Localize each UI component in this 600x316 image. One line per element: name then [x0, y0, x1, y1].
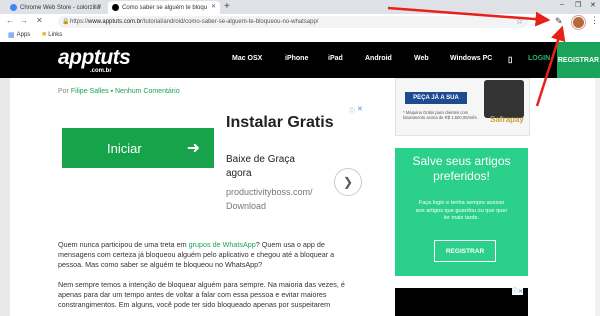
text: pessoa. Mas como saber se alguém te bloq…	[58, 260, 263, 269]
reload-icon[interactable]: ✕	[36, 16, 43, 25]
sidebar-ad-cta-button[interactable]: PEÇA JÁ A SUA	[405, 92, 467, 104]
address-bar[interactable]: 🔒 https://www.apptuts.com.br/tutorial/an…	[58, 16, 528, 28]
browser-tab-apptuts[interactable]: Como saber se alguém te bloqu ✕	[108, 1, 220, 14]
card-terminal-image	[484, 80, 524, 118]
text: ? Quem usa o app de	[255, 240, 325, 249]
ad-info-icon[interactable]: ⓘ✕	[512, 286, 524, 295]
mobile-icon[interactable]: ▯	[508, 55, 512, 64]
ad-close-icon[interactable]: ✕	[357, 105, 363, 113]
nav-mac-osx[interactable]: Mac OSX	[232, 55, 262, 62]
tab-close-icon[interactable]: ✕	[97, 3, 102, 10]
ad-start-button[interactable]: Iniciar ➜	[62, 128, 214, 168]
register-button[interactable]: REGISTRAR	[557, 42, 600, 78]
chevron-right-icon[interactable]: ❯	[334, 168, 362, 196]
text: Nem sempre temos a intenção de bloquear …	[58, 280, 345, 289]
apptuts-favicon-icon	[112, 4, 119, 11]
lock-icon: 🔒	[62, 19, 70, 25]
nav-ipad[interactable]: iPad	[328, 55, 343, 62]
url-prefix: https://	[70, 19, 89, 25]
text: Quem nunca participou de uma treta em	[58, 240, 189, 249]
text: preferidos!	[433, 169, 490, 183]
page-scroll-gutter	[0, 78, 10, 316]
text: ler mais tarde.	[443, 215, 480, 221]
text: aos artigos que guardou ou que quer	[415, 207, 508, 214]
close-window-icon[interactable]: ✕	[590, 1, 596, 9]
url-host: www.apptuts.com.br	[88, 19, 143, 25]
bookmark-label: Apps	[16, 32, 31, 38]
ad-line-2: agora	[226, 168, 252, 179]
tab-close-icon[interactable]: ✕	[211, 3, 216, 10]
ad-info-icon[interactable]: ⓘ	[349, 106, 355, 115]
text: faturamento acima de R$ 1.500,00/mês.	[403, 115, 478, 120]
ad-line-1: Baixe de Graça	[226, 154, 295, 165]
comments-link[interactable]: Nenhum Comentário	[115, 88, 180, 95]
new-tab-button[interactable]: +	[224, 1, 230, 12]
article-paragraph-2: Nem sempre temos a intenção de bloquear …	[58, 280, 378, 310]
nav-web[interactable]: Web	[414, 55, 429, 62]
page-scrollbar[interactable]	[595, 78, 600, 316]
profile-avatar[interactable]	[572, 16, 585, 29]
promo-text: Faça login e tenha sempre acesso aos art…	[402, 200, 521, 223]
promo-register-button[interactable]: REGISTRAR	[434, 240, 496, 262]
ad-title[interactable]: Instalar Gratis	[226, 114, 334, 132]
article-byline: Por Filipe Salles ▪ Nenhum Comentário	[58, 88, 180, 95]
tab-label: Como saber se alguém te bloqu	[122, 4, 208, 11]
url-path: /tutorial/android/como-saber-se-alguem-t…	[142, 19, 319, 25]
promo-title: Salve seus artigos preferidos!	[395, 154, 528, 184]
ad-start-label: Iniciar	[107, 140, 142, 156]
menu-kebab-icon[interactable]: ⋮	[590, 15, 599, 26]
ad-line-3: productivityboss.com/	[226, 187, 313, 197]
folder-icon: ■	[42, 31, 47, 38]
bookmark-label: Links	[48, 31, 63, 38]
comment-icon: ▪	[110, 88, 114, 95]
colorzilla-eyedropper-icon[interactable]: ✎	[555, 16, 563, 27]
back-icon[interactable]: ←	[6, 16, 14, 25]
webstore-favicon-icon	[10, 4, 17, 11]
site-logo-sub: .com.br	[90, 68, 112, 74]
browser-tab-webstore[interactable]: Chrome Web Store - colorzilla ✕	[6, 1, 106, 14]
minimize-icon[interactable]: –	[560, 1, 564, 8]
text: mensagens com certeza já bloqueou alguém…	[58, 250, 335, 259]
nav-iphone[interactable]: iPhone	[285, 55, 308, 62]
sidebar-ad-fineprint: * Máquina Grátis para clientes com fatur…	[403, 110, 483, 120]
bookmark-apps[interactable]: ▦ Apps	[8, 31, 30, 39]
nav-windows-pc[interactable]: Windows PC	[450, 55, 492, 62]
nav-android[interactable]: Android	[365, 55, 392, 62]
login-link[interactable]: LOGIN	[528, 55, 550, 62]
tab-label: Chrome Web Store - colorzilla	[20, 4, 100, 11]
text: apenas para dar um tempo antes de voltar…	[58, 290, 327, 299]
maximize-icon[interactable]: ❐	[575, 1, 581, 9]
forward-icon[interactable]: →	[20, 16, 28, 25]
byline-prefix: Por	[58, 88, 69, 95]
site-logo[interactable]: apptuts	[58, 46, 131, 70]
bookmark-star-icon[interactable]: ☆	[516, 17, 523, 26]
text: Faça login e tenha sempre acesso	[418, 200, 505, 206]
article-paragraph-1: Quem nunca participou de uma treta em gr…	[58, 240, 378, 270]
ad-line-4: Download	[226, 201, 267, 211]
author-link[interactable]: Filipe Salles	[71, 88, 109, 95]
arrow-right-icon: ➜	[186, 140, 200, 157]
text: constrangimentos. Em alguns, você pode t…	[58, 300, 331, 309]
apps-grid-icon: ▦	[8, 32, 15, 39]
bottom-sidebar-ad[interactable]	[395, 288, 528, 316]
text: Salve seus artigos	[412, 154, 511, 168]
whatsapp-groups-link[interactable]: grupos de WhatsApp	[189, 240, 256, 249]
bookmark-links[interactable]: ■ Links	[42, 31, 62, 38]
sidebar-ad-brand: Safrapay	[490, 115, 524, 124]
